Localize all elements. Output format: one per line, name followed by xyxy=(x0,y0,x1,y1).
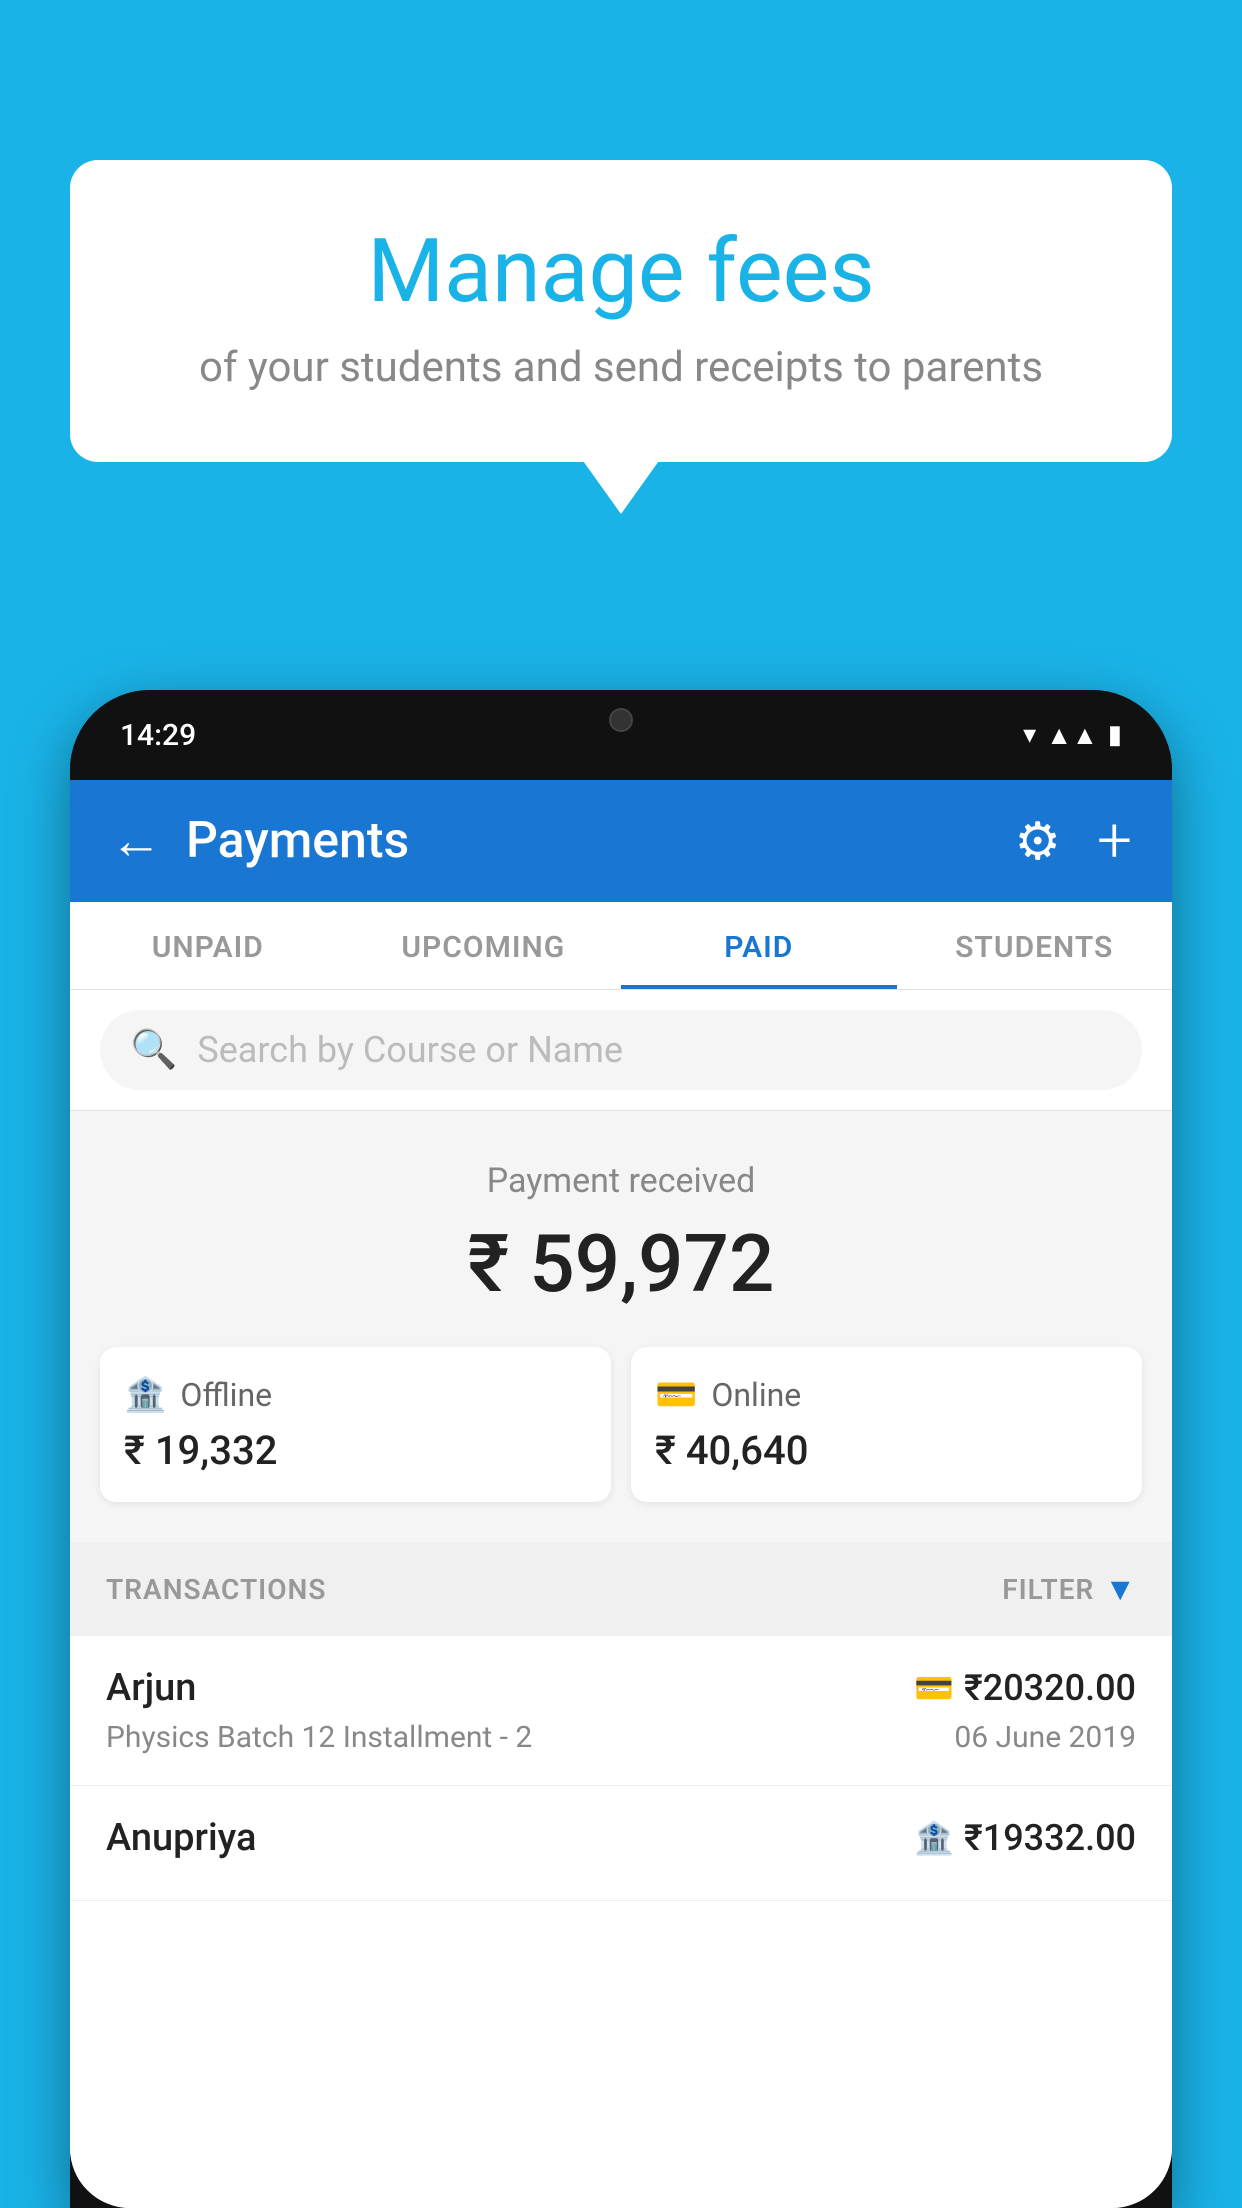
header-right: ⚙ + xyxy=(1014,810,1132,872)
transaction-name: Arjun xyxy=(106,1666,196,1710)
offline-amount: ₹ 19,332 xyxy=(124,1427,587,1474)
speech-bubble: Manage fees of your students and send re… xyxy=(70,160,1172,462)
transaction-amount: ₹19332.00 xyxy=(964,1817,1136,1859)
status-icons: ▾ ▲▲ ▮ xyxy=(1023,720,1122,751)
search-bar[interactable]: 🔍 Search by Course or Name xyxy=(100,1010,1142,1090)
search-placeholder: Search by Course or Name xyxy=(197,1029,623,1071)
filter-row[interactable]: FILTER ▼ xyxy=(1002,1570,1136,1608)
tab-unpaid[interactable]: UNPAID xyxy=(70,902,346,989)
payment-summary: Payment received ₹ 59,972 🏦 Offline ₹ 19… xyxy=(70,1111,1172,1542)
add-button[interactable]: + xyxy=(1097,810,1132,872)
tab-upcoming[interactable]: UPCOMING xyxy=(346,902,622,989)
transaction-date: 06 June 2019 xyxy=(954,1720,1136,1755)
online-amount: ₹ 40,640 xyxy=(655,1427,1118,1474)
online-card: 💳 Online ₹ 40,640 xyxy=(631,1347,1142,1502)
bubble-title: Manage fees xyxy=(120,220,1122,323)
gear-icon[interactable]: ⚙ xyxy=(1014,811,1061,872)
tabs-bar: UNPAID UPCOMING PAID STUDENTS xyxy=(70,902,1172,990)
offline-card: 🏦 Offline ₹ 19,332 xyxy=(100,1347,611,1502)
tab-students[interactable]: STUDENTS xyxy=(897,902,1173,989)
transaction-amount: ₹20320.00 xyxy=(964,1667,1136,1709)
transaction-item[interactable]: Anupriya 🏦 ₹19332.00 xyxy=(70,1786,1172,1901)
signal-icon: ▲▲ xyxy=(1046,720,1097,751)
wifi-icon: ▾ xyxy=(1023,720,1036,750)
status-bar: 14:29 ▾ ▲▲ ▮ xyxy=(70,690,1172,780)
phone-notch xyxy=(531,690,711,750)
status-time: 14:29 xyxy=(120,718,196,753)
search-container: 🔍 Search by Course or Name xyxy=(70,990,1172,1111)
offline-label: Offline xyxy=(180,1376,272,1414)
phone-camera xyxy=(609,708,633,732)
online-icon: 💳 xyxy=(655,1375,697,1415)
filter-icon: ▼ xyxy=(1104,1570,1136,1608)
transaction-list: Arjun 💳 ₹20320.00 Physics Batch 12 Insta… xyxy=(70,1636,1172,2208)
bubble-subtitle: of your students and send receipts to pa… xyxy=(120,343,1122,392)
transaction-name: Anupriya xyxy=(106,1816,256,1860)
search-icon: 🔍 xyxy=(130,1028,177,1072)
payment-cards: 🏦 Offline ₹ 19,332 💳 Online ₹ 40,640 xyxy=(100,1347,1142,1502)
payment-received-label: Payment received xyxy=(100,1161,1142,1201)
online-payment-icon: 💳 xyxy=(914,1669,954,1707)
phone-frame: 14:29 ▾ ▲▲ ▮ ← Payments ⚙ + UNPAID xyxy=(70,690,1172,2208)
transactions-header: TRANSACTIONS FILTER ▼ xyxy=(70,1542,1172,1636)
transaction-description: Physics Batch 12 Installment - 2 xyxy=(106,1720,532,1755)
transaction-item[interactable]: Arjun 💳 ₹20320.00 Physics Batch 12 Insta… xyxy=(70,1636,1172,1786)
app-header: ← Payments ⚙ + xyxy=(70,780,1172,902)
offline-icon: 🏦 xyxy=(124,1375,166,1415)
payment-total: ₹ 59,972 xyxy=(100,1217,1142,1311)
page-title: Payments xyxy=(186,812,409,870)
offline-payment-icon: 🏦 xyxy=(914,1819,954,1857)
header-left: ← Payments xyxy=(110,812,409,870)
filter-label: FILTER xyxy=(1002,1573,1094,1606)
online-label: Online xyxy=(711,1376,801,1414)
transactions-label: TRANSACTIONS xyxy=(106,1573,326,1606)
app-screen: ← Payments ⚙ + UNPAID UPCOMING PAID STUD… xyxy=(70,780,1172,2208)
battery-icon: ▮ xyxy=(1108,720,1122,750)
tab-paid[interactable]: PAID xyxy=(621,902,897,989)
back-button[interactable]: ← xyxy=(110,815,162,867)
